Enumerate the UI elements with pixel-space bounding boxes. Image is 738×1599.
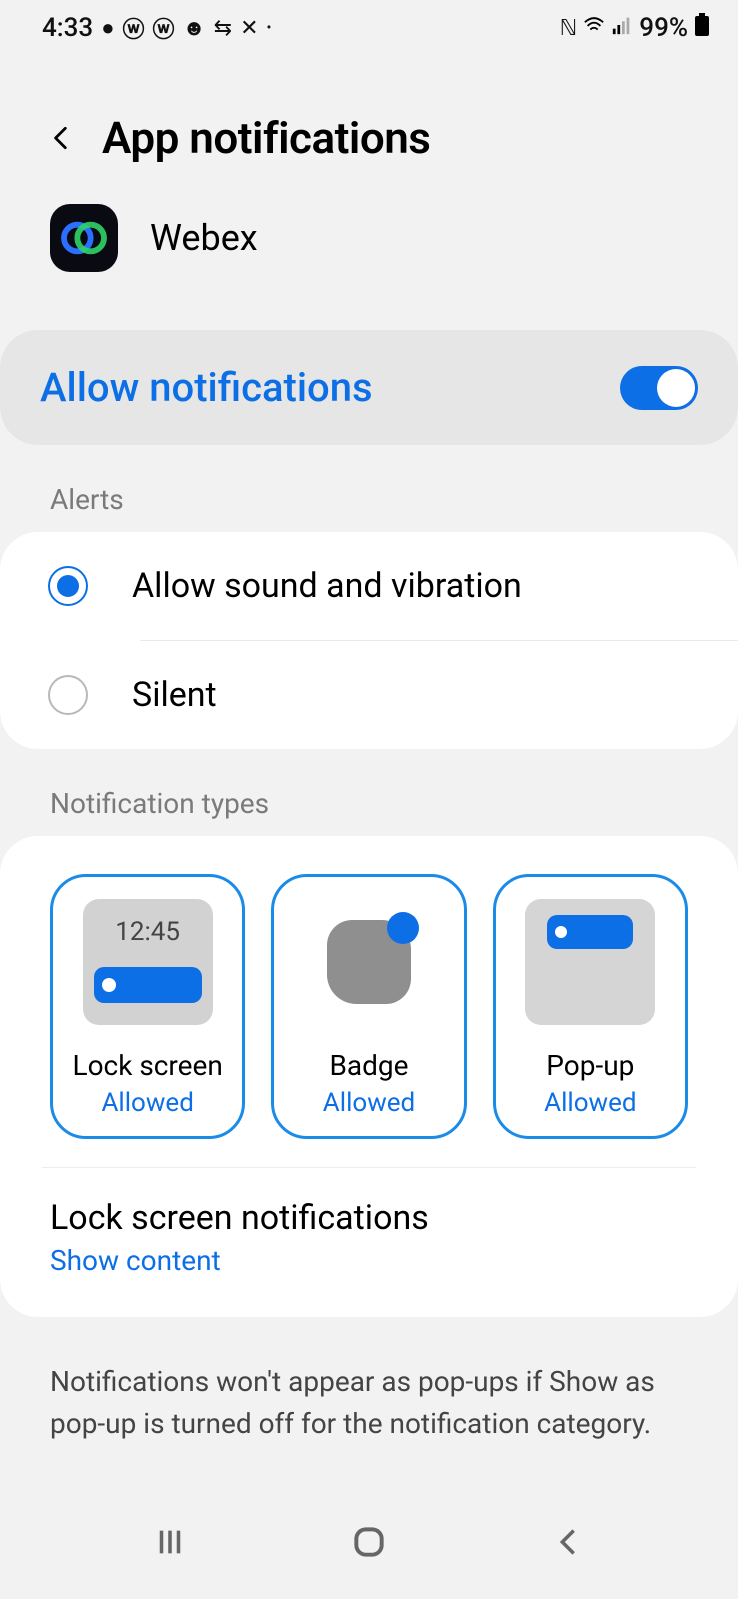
dot-icon: •	[267, 20, 272, 36]
type-status: Allowed	[544, 1088, 636, 1118]
recents-button[interactable]	[147, 1519, 193, 1565]
type-lock-screen[interactable]: 12:45 Lock screen Allowed	[50, 874, 245, 1139]
allow-notifications-label: Allow notifications	[40, 364, 373, 411]
lock-screen-notifications-row[interactable]: Lock screen notifications Show content	[0, 1168, 738, 1317]
webex-status-icon-2: ⓦ	[153, 12, 175, 44]
alert-option-silent[interactable]: Silent	[0, 641, 738, 749]
radio-selected-icon	[48, 566, 88, 606]
sync-icon: ⇆	[214, 16, 232, 41]
battery-icon	[694, 13, 710, 44]
notification-types-card: 12:45 Lock screen Allowed Badge Allowed …	[0, 836, 738, 1317]
radio-unselected-icon	[48, 675, 88, 715]
section-label-alerts: Alerts	[0, 445, 738, 532]
type-title: Lock screen	[72, 1049, 222, 1082]
app-icon	[50, 204, 118, 272]
nav-back-button[interactable]	[545, 1519, 591, 1565]
alert-option-label: Silent	[132, 675, 217, 715]
type-badge[interactable]: Badge Allowed	[271, 874, 466, 1139]
type-title: Pop-up	[546, 1049, 634, 1082]
status-time: 4:33	[42, 13, 93, 43]
lock-screen-notifications-value: Show content	[50, 1244, 688, 1277]
badge-preview-icon	[304, 897, 434, 1027]
alert-option-sound-vibration[interactable]: Allow sound and vibration	[0, 532, 738, 640]
alerts-card: Allow sound and vibration Silent	[0, 532, 738, 749]
section-label-types: Notification types	[0, 749, 738, 836]
page-title: App notifications	[102, 112, 430, 164]
type-status: Allowed	[101, 1088, 193, 1118]
back-button[interactable]	[48, 125, 74, 151]
preview-time: 12:45	[115, 917, 180, 947]
app-name: Webex	[150, 217, 258, 259]
allow-notifications-row[interactable]: Allow notifications	[0, 330, 738, 445]
header: App notifications	[0, 52, 738, 204]
status-left: 4:33 ● ⓦ ⓦ ☻ ⇆ ✕ •	[42, 12, 271, 44]
battery-text: 99%	[639, 13, 688, 43]
signal-icon	[611, 14, 633, 42]
notification-types-row: 12:45 Lock screen Allowed Badge Allowed …	[0, 836, 738, 1167]
webex-status-icon: ⓦ	[122, 12, 144, 44]
app-identity-row[interactable]: Webex	[0, 204, 738, 312]
type-title: Badge	[329, 1049, 408, 1082]
lock-screen-notifications-title: Lock screen notifications	[50, 1198, 688, 1238]
status-bar: 4:33 ● ⓦ ⓦ ☻ ⇆ ✕ • ℕ 99%	[0, 0, 738, 52]
status-right: ℕ 99%	[560, 13, 710, 44]
nfc-icon: ℕ	[560, 16, 578, 41]
type-popup[interactable]: Pop-up Allowed	[493, 874, 688, 1139]
lock-screen-preview-icon: 12:45	[83, 897, 213, 1027]
alert-option-label: Allow sound and vibration	[132, 566, 522, 606]
chat-icon: ●	[101, 15, 114, 41]
popup-preview-icon	[525, 897, 655, 1027]
home-button[interactable]	[346, 1519, 392, 1565]
account-icon: ☻	[183, 15, 206, 41]
missed-call-icon: ✕	[240, 16, 258, 41]
type-status: Allowed	[323, 1088, 415, 1118]
footer-help-text: Notifications won't appear as pop-ups if…	[0, 1317, 738, 1475]
navigation-bar	[0, 1499, 738, 1585]
allow-notifications-toggle[interactable]	[620, 366, 698, 410]
wifi-icon	[583, 14, 605, 42]
